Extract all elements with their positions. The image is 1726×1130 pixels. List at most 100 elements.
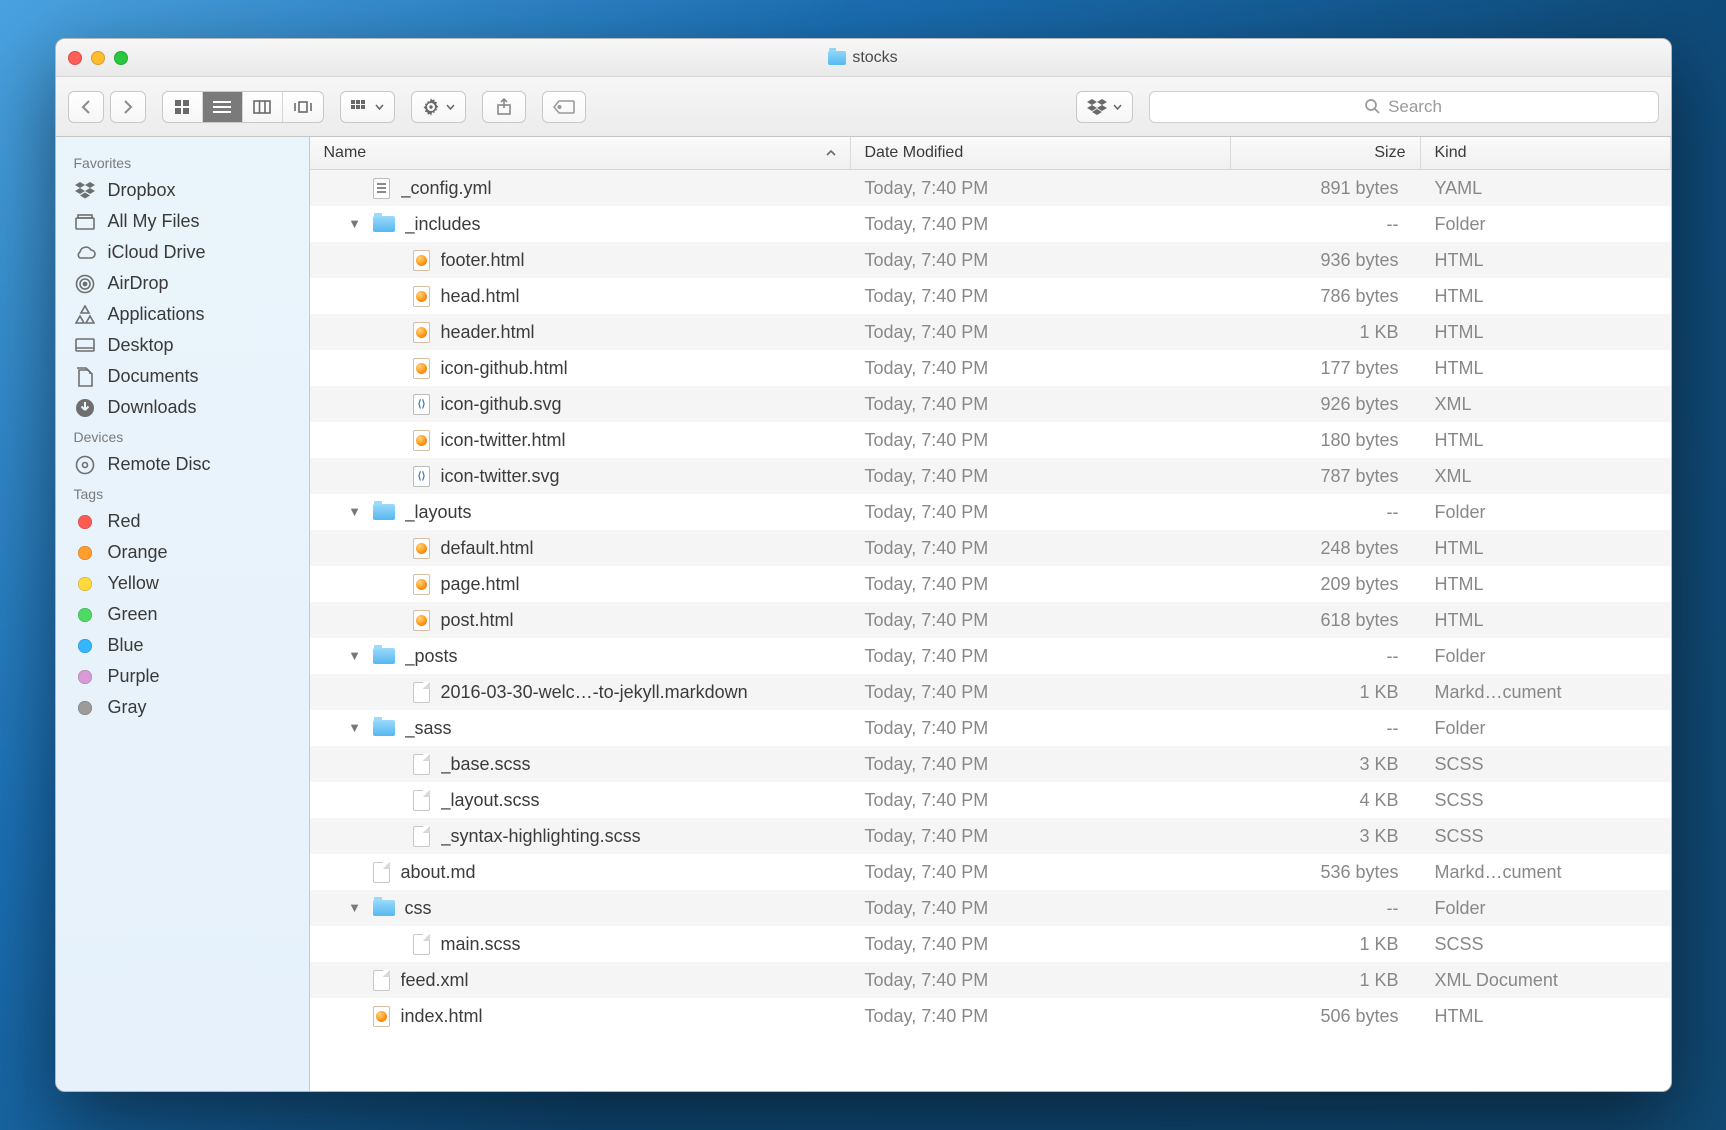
file-name: _config.yml — [401, 178, 492, 199]
file-row[interactable]: index.htmlToday, 7:40 PM506 bytesHTML — [310, 998, 1671, 1034]
folder-icon — [372, 213, 396, 235]
file-row[interactable]: page.htmlToday, 7:40 PM209 bytesHTML — [310, 566, 1671, 602]
chevron-down-icon — [375, 104, 384, 110]
file-row[interactable]: ▼_layoutsToday, 7:40 PM--Folder — [310, 494, 1671, 530]
file-name: icon-twitter.html — [441, 430, 566, 451]
file-row[interactable]: feed.xmlToday, 7:40 PM1 KBXML Document — [310, 962, 1671, 998]
file-row[interactable]: ▼_includesToday, 7:40 PM--Folder — [310, 206, 1671, 242]
file-row[interactable]: head.htmlToday, 7:40 PM786 bytesHTML — [310, 278, 1671, 314]
tag-dot — [74, 608, 96, 622]
sidebar-item[interactable]: iCloud Drive — [56, 237, 309, 268]
file-date: Today, 7:40 PM — [851, 970, 1231, 991]
sidebar-item-label: Purple — [108, 666, 160, 687]
file-row[interactable]: _layout.scssToday, 7:40 PM4 KBSCSS — [310, 782, 1671, 818]
column-size[interactable]: Size — [1231, 137, 1421, 169]
sidebar-item-label: Remote Disc — [108, 454, 211, 475]
sidebar-item[interactable]: Applications — [56, 299, 309, 330]
file-date: Today, 7:40 PM — [851, 682, 1231, 703]
sidebar-item[interactable]: Documents — [56, 361, 309, 392]
file-row[interactable]: _syntax-highlighting.scssToday, 7:40 PM3… — [310, 818, 1671, 854]
arrange-button[interactable] — [340, 91, 395, 123]
sidebar-item-label: Green — [108, 604, 158, 625]
file-row[interactable]: ⟨⟩icon-twitter.svgToday, 7:40 PM787 byte… — [310, 458, 1671, 494]
column-name[interactable]: Name — [310, 137, 851, 169]
sidebar-item[interactable]: Yellow — [56, 568, 309, 599]
file-kind: HTML — [1421, 538, 1671, 559]
file-row[interactable]: icon-twitter.htmlToday, 7:40 PM180 bytes… — [310, 422, 1671, 458]
file-row[interactable]: main.scssToday, 7:40 PM1 KBSCSS — [310, 926, 1671, 962]
forward-button[interactable] — [110, 91, 146, 123]
file-size: 3 KB — [1231, 826, 1421, 847]
search-field[interactable]: Search — [1149, 91, 1659, 123]
share-button[interactable] — [482, 91, 526, 123]
sidebar-item-label: Yellow — [108, 573, 159, 594]
tag-dot — [74, 639, 96, 653]
file-name: _layout.scss — [441, 790, 540, 811]
disclosure-triangle-icon[interactable]: ▼ — [347, 504, 363, 519]
disclosure-triangle-icon[interactable]: ▼ — [347, 720, 363, 735]
file-row[interactable]: ▼cssToday, 7:40 PM--Folder — [310, 890, 1671, 926]
sidebar-item[interactable]: Orange — [56, 537, 309, 568]
file-icon — [412, 321, 432, 343]
sidebar-item[interactable]: Purple — [56, 661, 309, 692]
back-button[interactable] — [68, 91, 104, 123]
file-size: -- — [1231, 502, 1421, 523]
minimize-button[interactable] — [91, 51, 105, 65]
disclosure-triangle-icon[interactable]: ▼ — [347, 900, 363, 915]
sidebar-item[interactable]: Remote Disc — [56, 449, 309, 480]
file-row[interactable]: header.htmlToday, 7:40 PM1 KBHTML — [310, 314, 1671, 350]
sidebar-item[interactable]: Green — [56, 599, 309, 630]
column-date[interactable]: Date Modified — [851, 137, 1231, 169]
file-row[interactable]: ⟨⟩icon-github.svgToday, 7:40 PM926 bytes… — [310, 386, 1671, 422]
file-row[interactable]: ▼_sassToday, 7:40 PM--Folder — [310, 710, 1671, 746]
file-row[interactable]: default.htmlToday, 7:40 PM248 bytesHTML — [310, 530, 1671, 566]
file-row[interactable]: post.htmlToday, 7:40 PM618 bytesHTML — [310, 602, 1671, 638]
action-button[interactable] — [411, 91, 466, 123]
column-kind[interactable]: Kind — [1421, 137, 1671, 169]
file-size: 1 KB — [1231, 682, 1421, 703]
file-icon — [412, 429, 432, 451]
disclosure-triangle-icon[interactable]: ▼ — [347, 216, 363, 231]
disclosure-triangle-icon[interactable]: ▼ — [347, 648, 363, 663]
file-kind: XML — [1421, 466, 1671, 487]
sidebar-item[interactable]: Blue — [56, 630, 309, 661]
file-name: feed.xml — [401, 970, 469, 991]
sort-ascending-icon — [826, 149, 836, 157]
tags-button[interactable] — [542, 91, 586, 123]
file-row[interactable]: 2016-03-30-welc…-to-jekyll.markdownToday… — [310, 674, 1671, 710]
sidebar-item[interactable]: Gray — [56, 692, 309, 723]
file-row[interactable]: ▼_postsToday, 7:40 PM--Folder — [310, 638, 1671, 674]
sidebar-item[interactable]: Dropbox — [56, 175, 309, 206]
file-row[interactable]: about.mdToday, 7:40 PM536 bytesMarkd…cum… — [310, 854, 1671, 890]
tag-dot — [74, 670, 96, 684]
file-row[interactable]: _config.ymlToday, 7:40 PM891 bytesYAML — [310, 170, 1671, 206]
file-date: Today, 7:40 PM — [851, 178, 1231, 199]
file-rows[interactable]: _config.ymlToday, 7:40 PM891 bytesYAML▼_… — [310, 170, 1671, 1091]
close-button[interactable] — [68, 51, 82, 65]
file-kind: Markd…cument — [1421, 682, 1671, 703]
file-name: icon-twitter.svg — [441, 466, 560, 487]
view-icons-button[interactable] — [163, 92, 203, 122]
file-row[interactable]: footer.htmlToday, 7:40 PM936 bytesHTML — [310, 242, 1671, 278]
sidebar-item[interactable]: All My Files — [56, 206, 309, 237]
sidebar-item[interactable]: Red — [56, 506, 309, 537]
sidebar-item-label: Documents — [108, 366, 199, 387]
file-row[interactable]: icon-github.htmlToday, 7:40 PM177 bytesH… — [310, 350, 1671, 386]
zoom-button[interactable] — [114, 51, 128, 65]
sidebar-item[interactable]: AirDrop — [56, 268, 309, 299]
sidebar-item-label: Applications — [108, 304, 205, 325]
file-size: 936 bytes — [1231, 250, 1421, 271]
file-row[interactable]: _base.scssToday, 7:40 PM3 KBSCSS — [310, 746, 1671, 782]
view-coverflow-button[interactable] — [283, 92, 323, 122]
view-list-button[interactable] — [203, 92, 243, 122]
view-columns-button[interactable] — [243, 92, 283, 122]
file-kind: HTML — [1421, 250, 1671, 271]
sidebar-item[interactable]: Downloads — [56, 392, 309, 423]
file-icon: ⟨⟩ — [412, 465, 432, 487]
file-pane: Name Date Modified Size Kind _config.yml… — [310, 137, 1671, 1091]
file-kind: HTML — [1421, 430, 1671, 451]
file-kind: XML Document — [1421, 970, 1671, 991]
sidebar-item[interactable]: Desktop — [56, 330, 309, 361]
file-name: icon-github.html — [441, 358, 568, 379]
dropbox-toolbar-button[interactable] — [1076, 91, 1133, 123]
